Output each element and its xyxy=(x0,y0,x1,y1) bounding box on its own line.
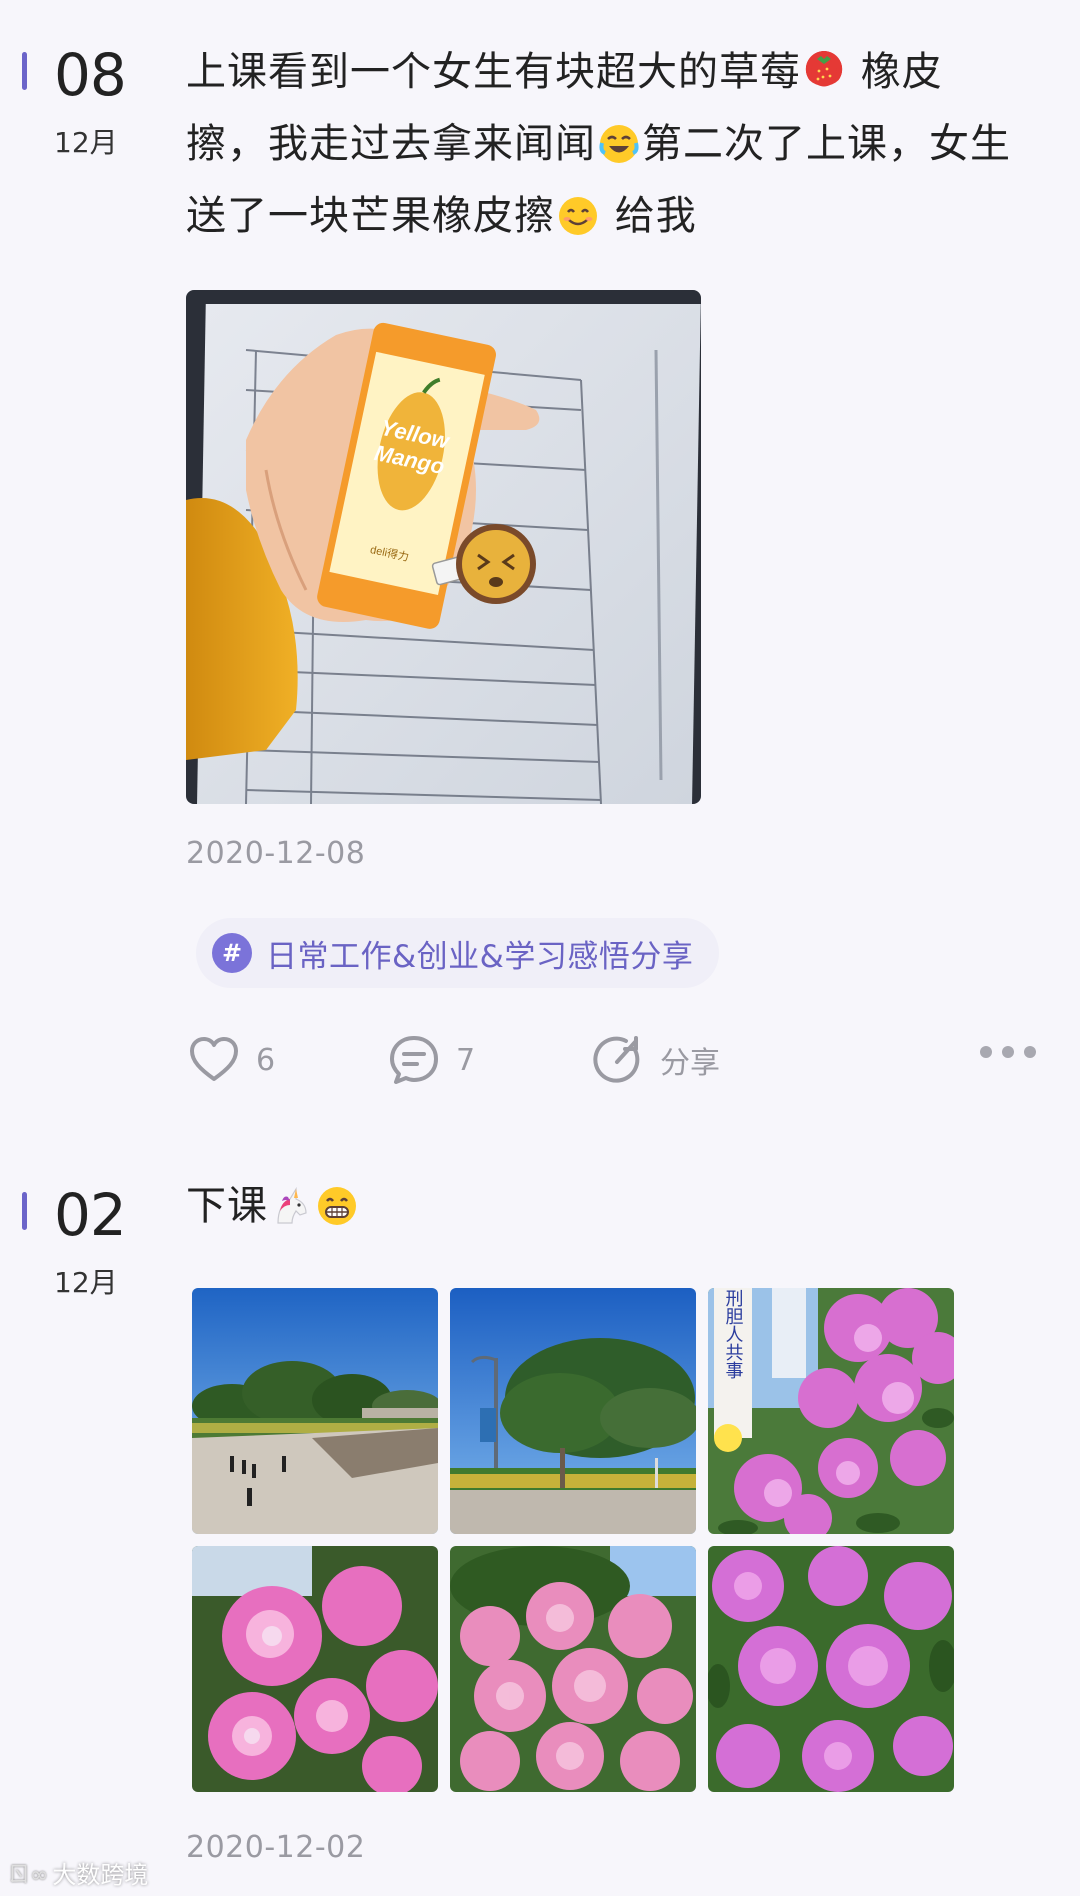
post-text: 下课 xyxy=(186,1170,1016,1242)
post-day: 08 xyxy=(54,41,127,109)
flowers-banner-photo: 刑胆人共事 xyxy=(708,1288,954,1534)
photo-thumbnail[interactable]: 刑胆人共事 xyxy=(708,1288,954,1534)
watermark-text: 大数跨境 xyxy=(52,1861,149,1889)
photo-thumbnail[interactable] xyxy=(192,1546,438,1792)
strawberry-emoji-icon xyxy=(803,44,845,87)
photo-grid: 刑胆人共事 xyxy=(192,1288,954,1792)
plaza-photo xyxy=(192,1288,438,1534)
grin-emoji-icon xyxy=(316,1178,358,1225)
purple-flowers-photo xyxy=(708,1546,954,1792)
more-options-button[interactable] xyxy=(980,1046,1036,1058)
date-accent-bar xyxy=(22,1192,27,1230)
topic-tag-label: 日常工作&创业&学习感悟分享 xyxy=(266,938,694,975)
post-month: 12月 xyxy=(54,1266,118,1299)
post-content: 上课看到一个女生有块超大的草莓 橡皮擦，我走过去拿来闻闻 第二次了上课，女生送了一… xyxy=(186,36,1016,252)
more-dot-icon xyxy=(1024,1046,1036,1058)
mango-eraser-photo: Yellow Mango deli得力 xyxy=(186,290,701,804)
more-dot-icon xyxy=(1002,1046,1014,1058)
heart-icon xyxy=(190,1037,238,1081)
share-label: 分享 xyxy=(660,1046,720,1081)
pink-flowers-closeup-photo xyxy=(192,1546,438,1792)
blossom-bush-photo xyxy=(450,1546,696,1792)
post-date: 2020-12-08 xyxy=(186,836,366,871)
laugh-tears-emoji-icon xyxy=(598,116,640,163)
post-month: 12月 xyxy=(54,126,118,159)
moments-feed: 08 12月 上课看到一个女生有块超大的草莓 橡皮擦，我走过去拿来闻闻 第二次了上… xyxy=(0,0,1080,1896)
watermark-logo: ㄖ∞ xyxy=(8,1862,49,1888)
post-content: 下课 xyxy=(186,1170,1016,1242)
post-text-part: 给我 xyxy=(601,193,697,239)
share-icon xyxy=(593,1036,640,1083)
photo-thumbnail[interactable] xyxy=(708,1546,954,1792)
comment-button[interactable]: 7 xyxy=(386,1030,475,1090)
like-button[interactable]: 6 xyxy=(186,1030,275,1090)
like-count: 6 xyxy=(256,1042,276,1078)
post-text-part: 上课看到一个女生有块超大的草莓 xyxy=(186,49,801,95)
banner-sign-text: 刑胆人共事 xyxy=(723,1289,744,1379)
hashtag-icon: # xyxy=(212,933,252,973)
date-accent-bar xyxy=(22,52,27,90)
watermark: ㄖ∞ 大数跨境 xyxy=(8,1855,148,1890)
more-dot-icon xyxy=(980,1046,992,1058)
post-text: 上课看到一个女生有块超大的草莓 橡皮擦，我走过去拿来闻闻 第二次了上课，女生送了一… xyxy=(186,36,1016,252)
photo-thumbnail[interactable] xyxy=(450,1288,696,1534)
post-actions: 6 7 分享 xyxy=(186,1030,1036,1090)
topic-tag[interactable]: # 日常工作&创业&学习感悟分享 xyxy=(196,918,720,988)
smile-emoji-icon xyxy=(557,188,599,235)
photo-thumbnail[interactable] xyxy=(450,1546,696,1792)
feed-post: 08 12月 上课看到一个女生有块超大的草莓 橡皮擦，我走过去拿来闻闻 第二次了上… xyxy=(0,0,1080,1120)
post-photo[interactable]: Yellow Mango deli得力 xyxy=(186,290,701,804)
post-text-part: 下课 xyxy=(186,1183,268,1229)
share-button[interactable]: 分享 xyxy=(590,1030,720,1090)
comment-bubble-icon xyxy=(390,1036,438,1084)
photo-thumbnail[interactable] xyxy=(192,1288,438,1534)
tree-street-photo xyxy=(450,1288,696,1534)
feed-post: 02 12月 下课 刑胆人共事 2020-12-02 xyxy=(0,1170,1080,1896)
post-date: 2020-12-02 xyxy=(186,1830,366,1865)
post-day: 02 xyxy=(54,1181,127,1249)
unicorn-emoji-icon xyxy=(270,1178,312,1224)
comment-count: 7 xyxy=(456,1042,476,1078)
